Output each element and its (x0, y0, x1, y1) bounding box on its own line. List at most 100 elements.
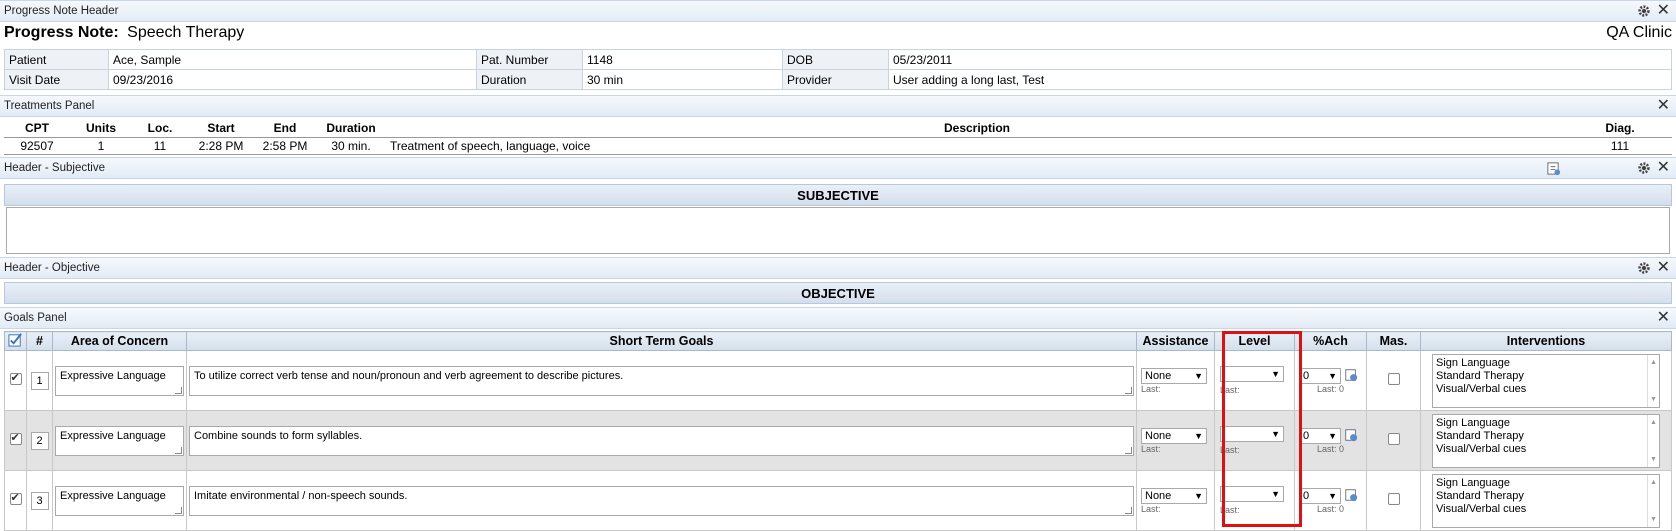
list-item[interactable]: Standard Therapy (1436, 490, 1656, 503)
objective-section-title: OBJECTIVE (4, 282, 1672, 304)
list-item[interactable]: Visual/Verbal cues (1436, 383, 1656, 396)
close-icon[interactable]: ✕ (1657, 310, 1670, 326)
chevron-down-icon: ▼ (1328, 430, 1337, 441)
duration-cell: 30 min. (316, 136, 386, 155)
assistance-value: None (1145, 429, 1172, 442)
progress-note-title-row: Progress Note: Speech Therapy QA Clinic (4, 24, 1672, 46)
chevron-down-icon: ▼ (1194, 430, 1203, 441)
goal-checkbox[interactable] (9, 371, 22, 385)
area-of-concern-field[interactable]: Expressive Language (55, 425, 184, 456)
short-term-goal-field[interactable]: Combine sounds to form syllables. (189, 425, 1134, 456)
list-item[interactable]: Visual/Verbal cues (1436, 443, 1656, 456)
assistance-select[interactable]: None ▼ (1141, 367, 1207, 384)
last-label: Last: (1220, 385, 1240, 395)
panel-title: Header - Objective (4, 262, 100, 274)
goal-number-field[interactable]: 3 (30, 491, 49, 510)
chevron-down-icon: ▼ (1271, 369, 1280, 379)
gear-icon[interactable] (1637, 261, 1651, 275)
note-label: Progress Note: (4, 24, 119, 41)
goal-row: 3 Expressive Language Imitate environmen… (4, 470, 1672, 531)
list-item[interactable]: Standard Therapy (1436, 430, 1656, 443)
interventions-list[interactable]: Sign Language Standard Therapy Visual/Ve… (1432, 413, 1660, 468)
history-icon[interactable] (1344, 488, 1358, 502)
goal-number-field[interactable]: 1 (30, 371, 49, 390)
level-select[interactable]: ▼ (1220, 426, 1284, 442)
assistance-select[interactable]: None ▼ (1141, 487, 1207, 504)
description-cell: Treatment of speech, language, voice (386, 136, 1568, 155)
template-icon[interactable] (1546, 161, 1561, 176)
pct-ach-select[interactable]: 0 ▼ (1299, 427, 1341, 444)
pct-ach-select[interactable]: 0 ▼ (1299, 487, 1341, 504)
assistance-select[interactable]: None ▼ (1141, 427, 1207, 444)
history-icon[interactable] (1344, 428, 1358, 442)
history-icon[interactable] (1344, 368, 1358, 382)
interventions-list[interactable]: Sign Language Standard Therapy Visual/Ve… (1432, 353, 1660, 408)
clinic-name: QA Clinic (1606, 24, 1672, 41)
short-term-goal-field[interactable]: To utilize correct verb tense and noun/p… (189, 365, 1134, 396)
gear-icon[interactable] (1637, 161, 1651, 175)
col-diag: Diag. (1605, 121, 1635, 136)
goals-table: # Area of Concern Short Term Goals Assis… (4, 331, 1672, 531)
col-mas: Mas. (1366, 331, 1421, 351)
short-term-goal-field[interactable]: Imitate environmental / non-speech sound… (189, 485, 1134, 516)
scrollbar[interactable] (1647, 474, 1659, 527)
goal-number-field[interactable]: 2 (30, 431, 49, 450)
mastered-checkbox[interactable] (1387, 373, 1400, 385)
mastered-checkbox[interactable] (1387, 493, 1400, 505)
col-num: # (26, 331, 53, 351)
treatments-panel-bar: Treatments Panel ✕ (0, 95, 1676, 117)
level-select[interactable]: ▼ (1220, 366, 1284, 382)
list-item[interactable]: Sign Language (1436, 357, 1656, 370)
area-of-concern-field[interactable]: Expressive Language (55, 485, 184, 516)
level-select[interactable]: ▼ (1220, 486, 1284, 502)
dob-value: 05/23/2011 (888, 49, 1672, 70)
progress-note-header-bar: Progress Note Header ✕ (0, 0, 1676, 22)
chevron-down-icon: ▼ (1194, 490, 1203, 501)
col-interventions: Interventions (1420, 331, 1672, 351)
close-icon[interactable]: ✕ (1657, 98, 1670, 114)
scrollbar[interactable] (1647, 414, 1659, 467)
col-loc: Loc. (147, 121, 173, 136)
goal-checkbox[interactable] (9, 491, 22, 505)
check-all-icon[interactable] (8, 332, 23, 347)
patient-info-table: Patient Ace, Sample Pat. Number 1148 DOB… (4, 49, 1672, 90)
interventions-list[interactable]: Sign Language Standard Therapy Visual/Ve… (1432, 473, 1660, 528)
close-icon[interactable]: ✕ (1657, 3, 1670, 19)
list-item[interactable]: Sign Language (1436, 417, 1656, 430)
close-icon[interactable]: ✕ (1657, 160, 1670, 176)
objective-panel-bar: Header - Objective ✕ (0, 257, 1676, 279)
panel-title: Goals Panel (4, 312, 67, 324)
list-item[interactable]: Visual/Verbal cues (1436, 503, 1656, 516)
dob-label: DOB (782, 49, 889, 70)
cpt-cell: 92507 (4, 136, 70, 155)
subjective-textarea[interactable] (6, 207, 1670, 254)
last-label: Last: (1220, 505, 1240, 515)
visit-date-label: Visit Date (4, 69, 109, 90)
patient-value: Ace, Sample (108, 49, 477, 70)
chevron-down-icon: ▼ (1328, 490, 1337, 501)
pat-number-value: 1148 (582, 49, 783, 70)
last-label: Last: (1141, 443, 1161, 454)
col-stg: Short Term Goals (186, 331, 1137, 351)
start-cell: 2:28 PM (188, 136, 254, 155)
list-item[interactable]: Sign Language (1436, 477, 1656, 490)
duration-label: Duration (476, 69, 583, 90)
pct-ach-select[interactable]: 0 ▼ (1299, 367, 1341, 384)
goal-checkbox[interactable] (9, 431, 22, 445)
panel-title: Header - Subjective (4, 162, 105, 174)
provider-value: User adding a long last, Test (888, 69, 1672, 90)
area-of-concern-field[interactable]: Expressive Language (55, 365, 184, 396)
assistance-value: None (1145, 369, 1172, 382)
provider-label: Provider (782, 69, 889, 90)
gear-icon[interactable] (1637, 4, 1651, 18)
table-row[interactable]: 92507 1 11 2:28 PM 2:58 PM 30 min. Treat… (4, 136, 1672, 155)
mastered-checkbox[interactable] (1387, 433, 1400, 445)
list-item[interactable]: Standard Therapy (1436, 370, 1656, 383)
last-label: Last: (1141, 503, 1161, 514)
treatments-table: CPT Units Loc. Start End Duration Descri… (4, 120, 1672, 155)
close-icon[interactable]: ✕ (1657, 260, 1670, 276)
col-description: Description (943, 121, 1010, 136)
scrollbar[interactable] (1647, 354, 1659, 407)
select-all-header[interactable] (4, 331, 27, 351)
chevron-down-icon: ▼ (1194, 370, 1203, 381)
